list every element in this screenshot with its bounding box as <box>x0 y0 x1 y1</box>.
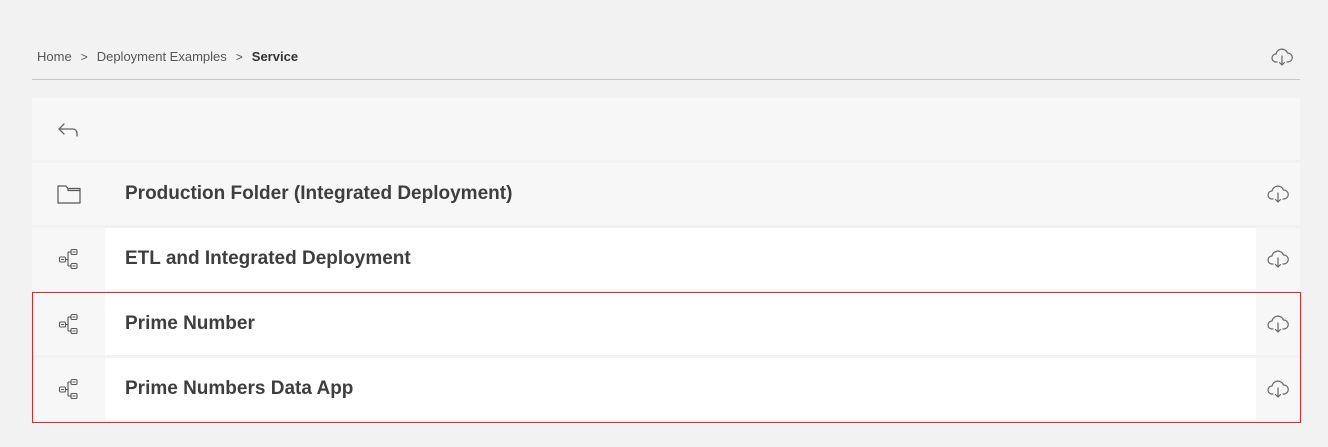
back-row[interactable] <box>32 98 1300 160</box>
workflow-icon <box>58 248 78 270</box>
workflow-icon <box>58 378 78 400</box>
download-button[interactable] <box>1256 228 1300 290</box>
breadcrumb-trail: Home > Deployment Examples > Service <box>32 49 298 64</box>
item-label[interactable]: ETL and Integrated Deployment <box>105 248 1256 270</box>
breadcrumb-separator: > <box>235 49 243 64</box>
download-button[interactable] <box>1270 45 1294 69</box>
cloud-download-icon <box>1267 315 1289 333</box>
item-label[interactable]: Prime Numbers Data App <box>105 378 1256 400</box>
back-arrow-icon <box>57 123 78 137</box>
icon-cell <box>32 358 105 420</box>
download-button[interactable] <box>1256 293 1300 355</box>
breadcrumb-item-home[interactable]: Home <box>37 49 72 64</box>
item-label[interactable]: Prime Number <box>105 313 1256 335</box>
download-button[interactable] <box>1256 358 1300 420</box>
icon-cell <box>32 163 105 225</box>
icon-cell <box>32 293 105 355</box>
folder-icon <box>56 185 81 204</box>
list-item[interactable]: Production Folder (Integrated Deployment… <box>32 163 1300 225</box>
breadcrumb-item-service: Service <box>251 49 299 64</box>
icon-cell <box>32 228 105 290</box>
download-button[interactable] <box>1256 163 1300 225</box>
breadcrumb-item-deployment-examples[interactable]: Deployment Examples <box>97 49 227 64</box>
breadcrumb: Home > Deployment Examples > Service <box>32 34 1300 80</box>
cloud-download-icon <box>1267 250 1289 268</box>
list-item[interactable]: ETL and Integrated Deployment <box>32 228 1300 290</box>
cloud-download-icon <box>1271 48 1293 66</box>
back-icon-cell[interactable] <box>32 98 105 160</box>
workflow-icon <box>58 313 78 335</box>
cloud-download-icon <box>1267 380 1289 398</box>
item-label[interactable]: Production Folder (Integrated Deployment… <box>105 183 1256 205</box>
cloud-download-icon <box>1267 185 1289 203</box>
list-item[interactable]: Prime Numbers Data App <box>32 358 1300 420</box>
explorer-page: Home > Deployment Examples > Service Pro… <box>0 0 1328 447</box>
breadcrumb-separator: > <box>80 49 88 64</box>
list-item[interactable]: Prime Number <box>32 293 1300 355</box>
